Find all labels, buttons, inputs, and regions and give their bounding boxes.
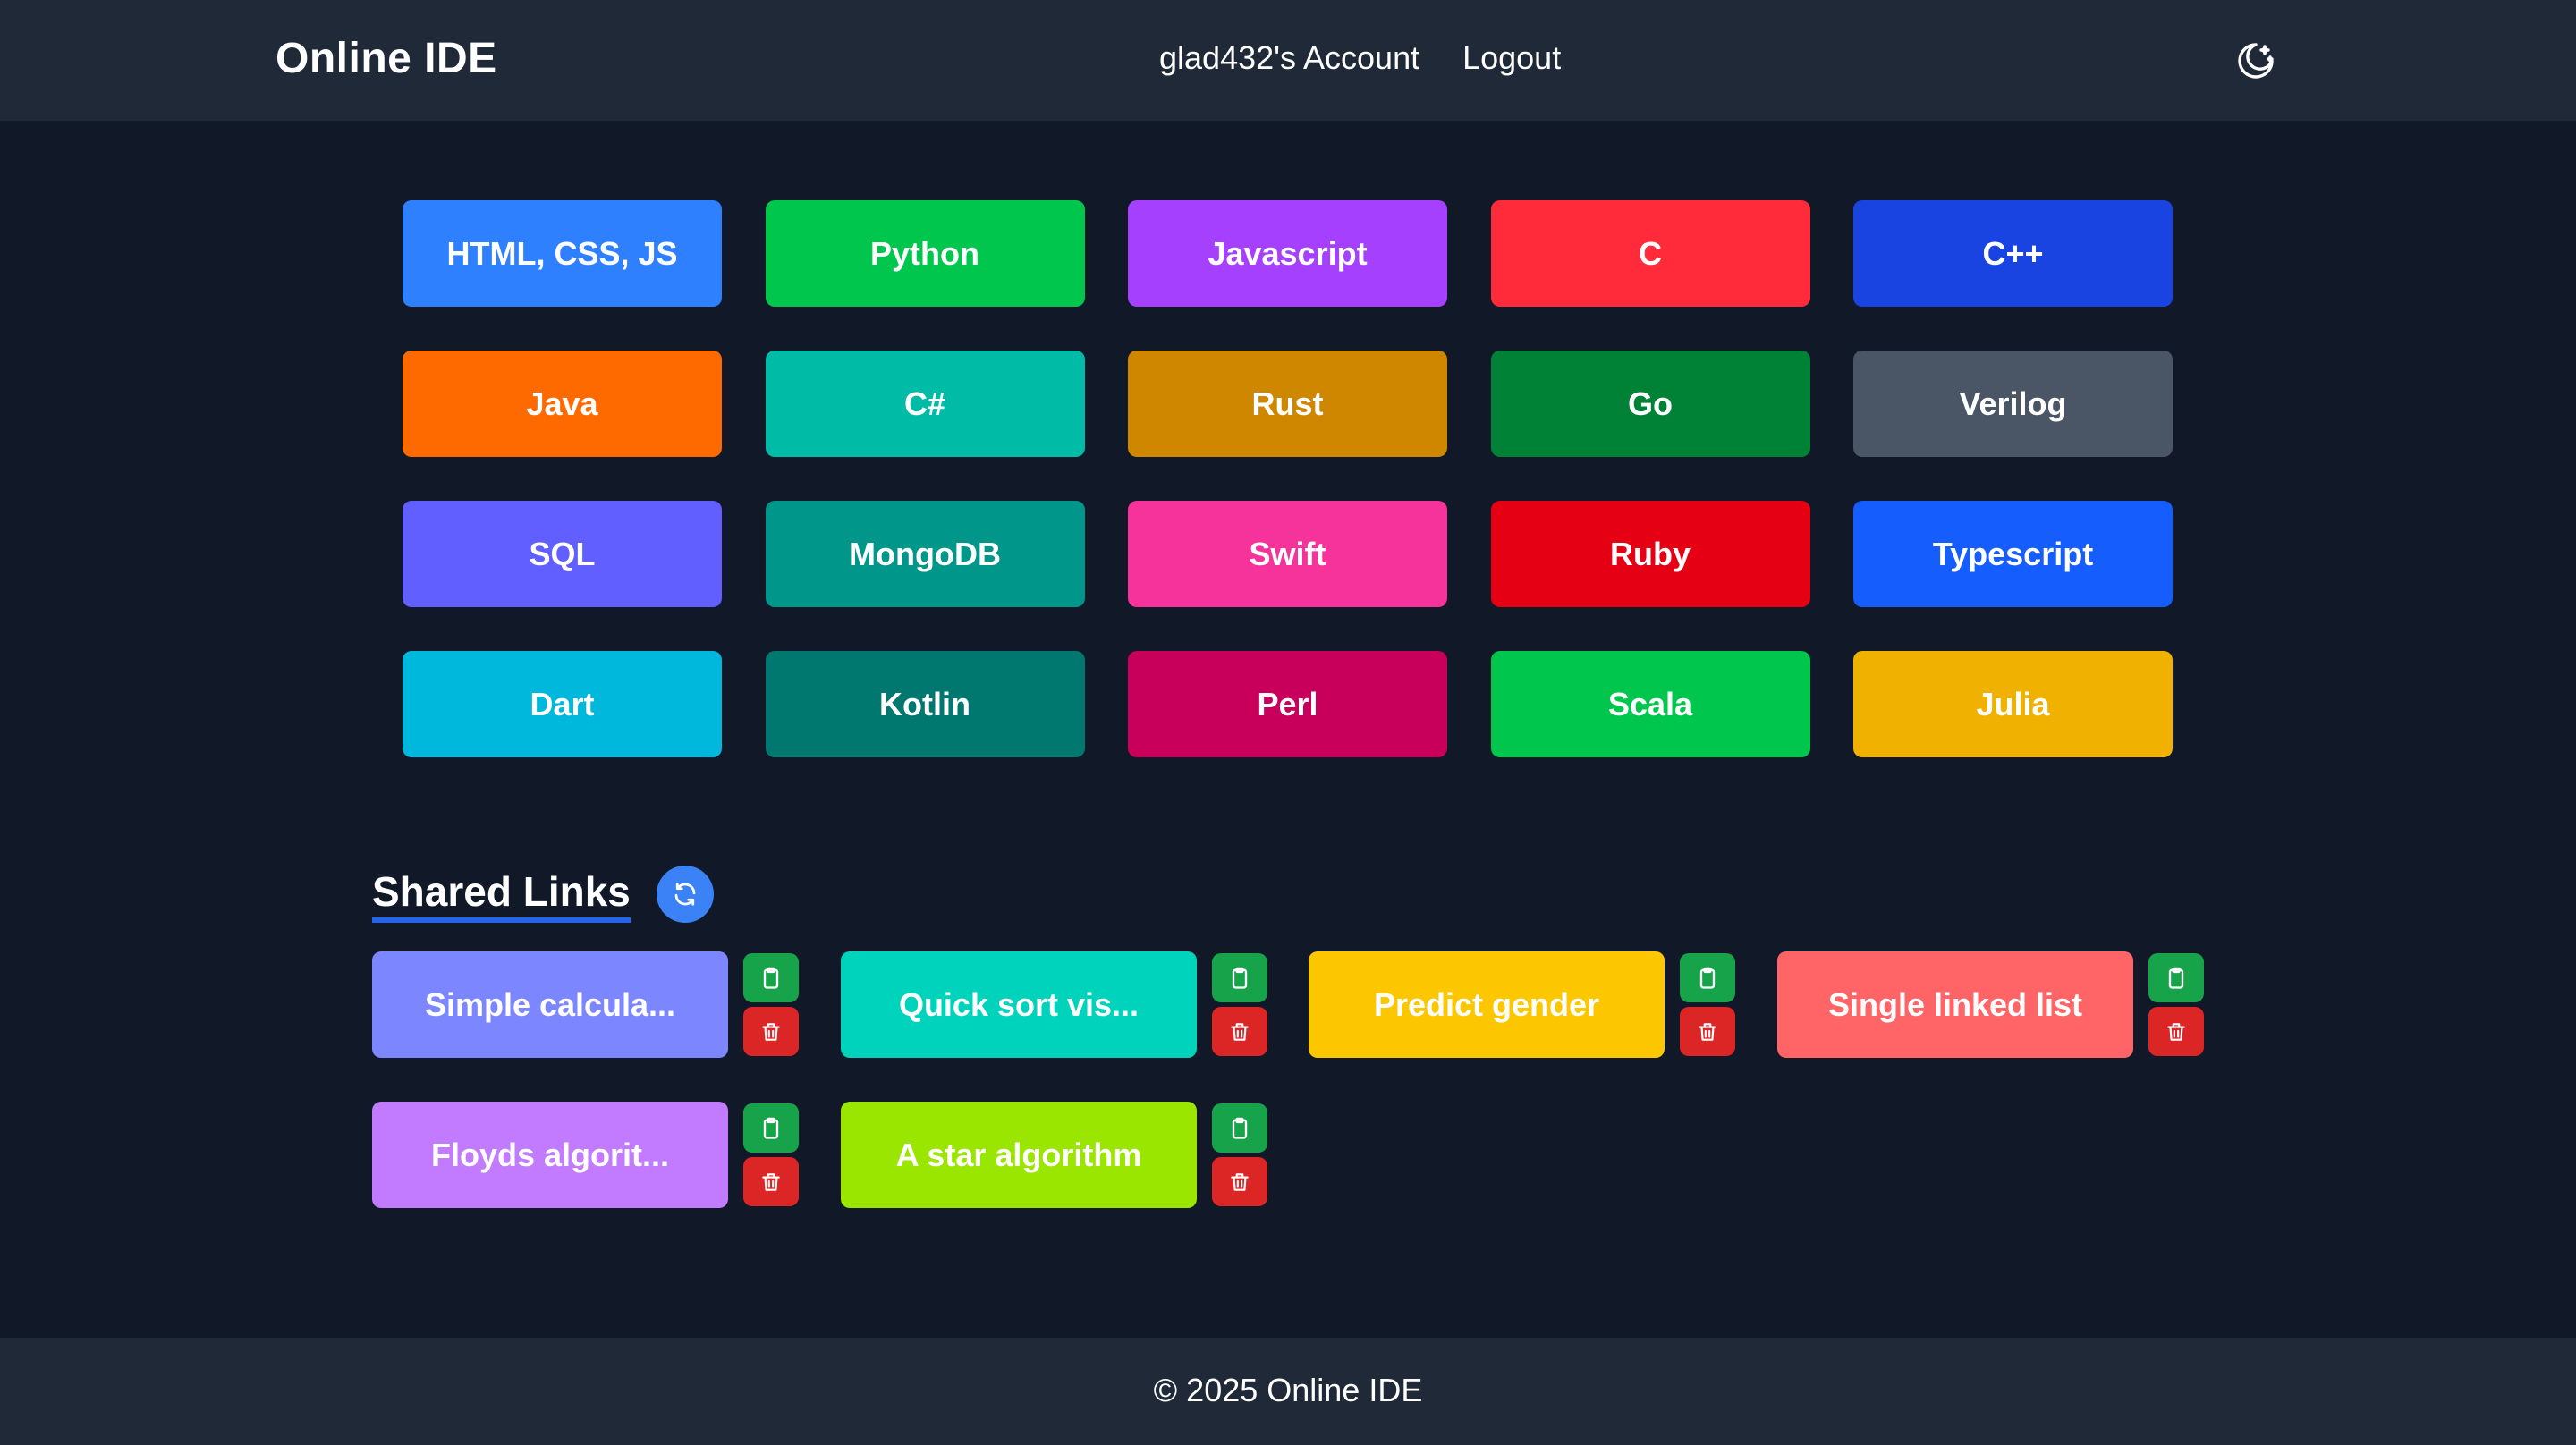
account-link[interactable]: glad432's Account — [1159, 39, 1419, 77]
clipboard-icon — [1232, 967, 1248, 989]
language-button-julia[interactable]: Julia — [1853, 651, 2173, 757]
refresh-icon — [674, 883, 696, 906]
shared-link-card[interactable]: A star algorithm — [841, 1102, 1197, 1208]
footer-copyright: © 2025 Online IDE — [1153, 1372, 1423, 1408]
delete-link-button[interactable] — [1212, 1007, 1267, 1056]
trash-icon — [2167, 1022, 2185, 1041]
shared-link-card[interactable]: Single linked list — [1777, 951, 2133, 1058]
language-button-kotlin[interactable]: Kotlin — [765, 651, 1085, 757]
shared-link-card[interactable]: Predict gender — [1309, 951, 1665, 1058]
refresh-button[interactable] — [657, 866, 714, 923]
moon-stars-icon[interactable] — [2234, 39, 2277, 82]
language-button-ruby[interactable]: Ruby — [1490, 501, 1810, 607]
delete-link-button[interactable] — [2148, 1007, 2204, 1056]
language-button-verilog[interactable]: Verilog — [1853, 351, 2173, 457]
logout-link[interactable]: Logout — [1462, 39, 1561, 77]
language-button-scala[interactable]: Scala — [1490, 651, 1810, 757]
delete-link-button[interactable] — [1212, 1157, 1267, 1206]
clipboard-icon — [2168, 967, 2184, 989]
language-button-go[interactable]: Go — [1490, 351, 1810, 457]
language-button-c[interactable]: C — [1490, 200, 1810, 307]
trash-icon — [1231, 1022, 1249, 1041]
clipboard-icon — [763, 1117, 779, 1139]
clipboard-icon — [1232, 1117, 1248, 1139]
language-button-java[interactable]: Java — [402, 351, 722, 457]
language-button-mongodb[interactable]: MongoDB — [765, 501, 1085, 607]
footer: © 2025 Online IDE — [0, 1338, 2576, 1445]
language-button-cplusplus[interactable]: C++ — [1853, 200, 2173, 307]
clipboard-icon — [763, 967, 779, 989]
shared-link-card[interactable]: Simple calcula... — [372, 951, 728, 1058]
trash-icon — [1231, 1172, 1249, 1191]
language-grid: HTML, CSS, JS Python Javascript C C++ Java C# R… — [402, 200, 2173, 757]
navbar: Online IDE glad432's Account Logout — [0, 0, 2576, 121]
language-button-sql[interactable]: SQL — [402, 501, 722, 607]
trash-icon — [762, 1172, 780, 1191]
brand-title[interactable]: Online IDE — [275, 34, 497, 83]
trash-icon — [762, 1022, 780, 1041]
delete-link-button[interactable] — [743, 1157, 799, 1206]
language-button-typescript[interactable]: Typescript — [1853, 501, 2173, 607]
shared-link-card[interactable]: Quick sort vis... — [841, 951, 1197, 1058]
language-button-perl[interactable]: Perl — [1128, 651, 1447, 757]
copy-link-button[interactable] — [743, 1103, 799, 1153]
language-button-dart[interactable]: Dart — [402, 651, 722, 757]
language-button-javascript[interactable]: Javascript — [1128, 200, 1447, 307]
copy-link-button[interactable] — [1212, 953, 1267, 1002]
clipboard-icon — [1699, 967, 1716, 989]
copy-link-button[interactable] — [1680, 953, 1735, 1002]
delete-link-button[interactable] — [743, 1007, 799, 1056]
shared-link-card[interactable]: Floyds algorit... — [372, 1102, 728, 1208]
nav-links: glad432's Account Logout — [1159, 39, 1561, 77]
copy-link-button[interactable] — [2148, 953, 2204, 1002]
copy-link-button[interactable] — [743, 953, 799, 1002]
language-button-swift[interactable]: Swift — [1128, 501, 1447, 607]
language-button-csharp[interactable]: C# — [765, 351, 1085, 457]
language-button-python[interactable]: Python — [765, 200, 1085, 307]
language-button-rust[interactable]: Rust — [1128, 351, 1447, 457]
delete-link-button[interactable] — [1680, 1007, 1735, 1056]
copy-link-button[interactable] — [1212, 1103, 1267, 1153]
trash-icon — [1699, 1022, 1716, 1041]
language-button-html-css-js[interactable]: HTML, CSS, JS — [402, 200, 722, 307]
shared-links-title: Shared Links — [372, 867, 631, 923]
